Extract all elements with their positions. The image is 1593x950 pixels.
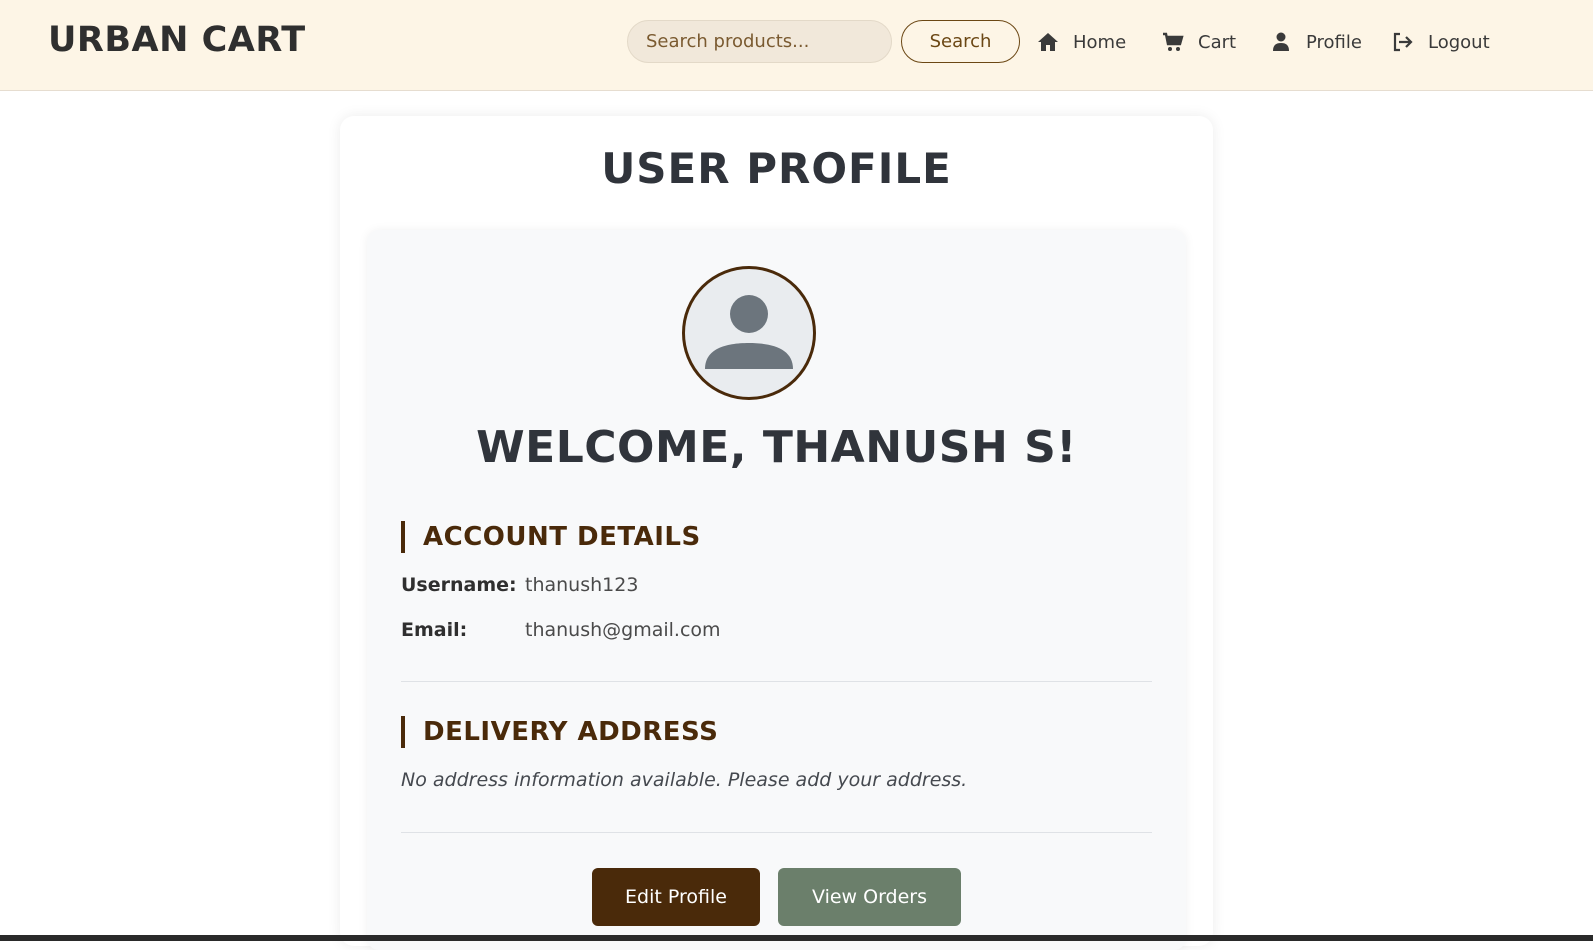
username-label: Username: [401,574,517,596]
nav-logout-link[interactable]: Logout [1392,28,1490,56]
view-orders-button[interactable]: View Orders [778,868,961,926]
email-label: Email: [401,619,468,641]
profile-card: USER PROFILE WELCOME, THANUSH S! ACCOUNT… [340,116,1213,950]
avatar [682,266,816,400]
brand-logo[interactable]: URBAN CART [48,20,306,60]
cart-icon [1162,31,1184,53]
nav-home-label: Home [1073,31,1127,53]
email-value: thanush@gmail.com [525,619,721,641]
user-silhouette-icon [705,295,793,369]
section-divider [401,681,1152,682]
search-button[interactable]: Search [901,20,1020,63]
address-empty-note: No address information available. Please… [401,769,968,791]
bottom-edge-bar [0,935,1593,941]
home-icon [1037,31,1059,53]
top-navbar: URBAN CART Search Home Cart Profile Logo… [0,0,1593,91]
logout-icon [1392,31,1414,53]
user-icon [1270,31,1292,53]
page-title: USER PROFILE [601,144,952,193]
nav-logout-label: Logout [1428,31,1490,53]
welcome-heading: WELCOME, THANUSH S! [476,422,1077,473]
delivery-address-heading: DELIVERY ADDRESS [401,716,718,748]
account-details-heading: ACCOUNT DETAILS [401,521,701,553]
section-divider [401,832,1152,833]
edit-profile-button[interactable]: Edit Profile [592,868,760,926]
nav-cart-link[interactable]: Cart [1162,28,1236,56]
nav-home-link[interactable]: Home [1037,28,1126,56]
nav-profile-link[interactable]: Profile [1270,28,1362,56]
nav-profile-label: Profile [1306,31,1362,53]
username-value: thanush123 [525,574,639,596]
search-input[interactable] [627,20,892,63]
nav-cart-label: Cart [1198,31,1237,53]
